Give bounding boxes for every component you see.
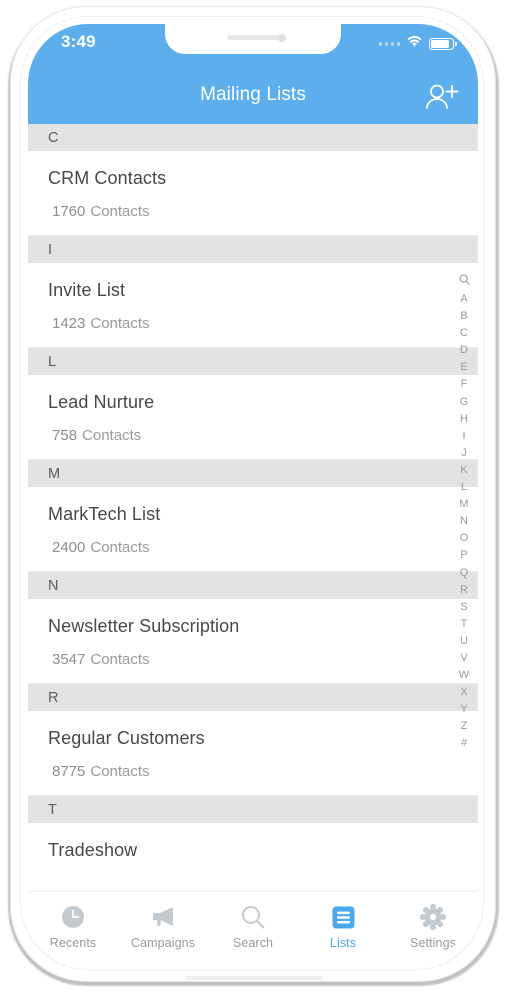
tab-label: Campaigns — [130, 936, 196, 950]
add-contact-icon[interactable] — [420, 80, 464, 114]
tab-settings[interactable]: Settings — [388, 892, 478, 958]
list-item-title: Lead Nurture — [48, 392, 155, 412]
tab-label: Lists — [329, 936, 357, 950]
search-icon — [240, 904, 266, 930]
index-letter[interactable]: V — [454, 650, 474, 667]
index-letter[interactable]: O — [454, 530, 474, 547]
tab-label: Recents — [49, 936, 97, 950]
gear-icon — [420, 904, 446, 930]
page-title: Mailing Lists — [200, 84, 306, 105]
index-letter[interactable]: M — [454, 496, 474, 513]
list-item-subtitle: 1760 Contacts — [48, 203, 478, 220]
tab-campaigns[interactable]: Campaigns — [118, 892, 208, 958]
status-indicators — [378, 35, 457, 53]
list-item[interactable]: Lead Nurture 758 Contacts — [28, 375, 478, 460]
tab-recents[interactable]: Recents — [28, 892, 118, 958]
index-letter[interactable]: U — [454, 633, 474, 650]
index-letter[interactable]: F — [454, 376, 474, 393]
contact-count: 1760 — [52, 203, 86, 220]
index-letter[interactable]: J — [454, 445, 474, 462]
index-letter[interactable]: A — [454, 291, 474, 308]
list-item[interactable]: Regular Customers 8775 Contacts — [28, 711, 478, 796]
tab-label: Settings — [410, 936, 456, 950]
section-header: C — [28, 124, 478, 151]
front-camera — [278, 34, 286, 42]
list-item[interactable]: Newsletter Subscription 3547 Contacts — [28, 599, 478, 684]
battery-icon — [429, 38, 457, 50]
list-item-title: MarkTech List — [48, 504, 161, 524]
tab-search[interactable]: Search — [208, 892, 298, 958]
signal-dots-icon — [378, 42, 400, 46]
index-letter[interactable]: T — [454, 616, 474, 633]
list-item-title: CRM Contacts — [48, 168, 167, 188]
index-letter[interactable]: Z — [454, 718, 474, 735]
tab-label: Search — [232, 936, 274, 950]
contact-unit: Contacts — [90, 539, 150, 556]
section-header: R — [28, 684, 478, 711]
contact-unit: Contacts — [82, 427, 142, 444]
index-letter[interactable]: C — [454, 325, 474, 342]
contact-count: 1423 — [52, 315, 86, 332]
index-letter[interactable]: X — [454, 684, 474, 701]
section-header: I — [28, 236, 478, 263]
nav-bar: Mailing Lists — [28, 68, 478, 124]
contact-unit: Contacts — [90, 763, 150, 780]
section-header: N — [28, 572, 478, 599]
mailing-lists[interactable]: C CRM Contacts 1760 Contacts I Invite Lis… — [28, 124, 478, 892]
list-item-subtitle: 8775 Contacts — [48, 763, 478, 780]
tab-bar: Recents Campaigns Search Lists Settings — [28, 891, 478, 958]
contact-unit: Contacts — [90, 651, 150, 668]
index-letter[interactable]: R — [454, 582, 474, 599]
contact-count: 8775 — [52, 763, 86, 780]
index-letter[interactable]: G — [454, 394, 474, 411]
index-letter[interactable]: P — [454, 547, 474, 564]
screenshot-root: 3:49 Mailing Lists C CRM Contacts 1760 C… — [0, 0, 507, 994]
list-item-subtitle: 3547 Contacts — [48, 651, 478, 668]
contact-count: 2400 — [52, 539, 86, 556]
index-letter[interactable]: I — [454, 428, 474, 445]
megaphone-icon — [149, 904, 177, 930]
index-letter[interactable]: K — [454, 462, 474, 479]
section-header: T — [28, 796, 478, 823]
earpiece-speaker — [227, 35, 279, 40]
index-letter[interactable]: L — [454, 479, 474, 496]
contact-unit: Contacts — [90, 203, 150, 220]
list-item-subtitle: 2400 Contacts — [48, 539, 478, 556]
index-letter[interactable]: W — [454, 667, 474, 684]
notch — [165, 24, 341, 54]
contact-unit: Contacts — [90, 315, 150, 332]
alphabet-index[interactable]: A B C D E F G H I J K L M N O P Q R S T … — [454, 273, 474, 753]
index-letter[interactable]: Y — [454, 701, 474, 718]
section-header: L — [28, 348, 478, 375]
index-letter[interactable]: H — [454, 411, 474, 428]
index-letter[interactable]: Q — [454, 565, 474, 582]
index-letter[interactable]: B — [454, 308, 474, 325]
index-letter[interactable]: D — [454, 342, 474, 359]
section-header: M — [28, 460, 478, 487]
list-item-title: Regular Customers — [48, 728, 205, 748]
list-item-subtitle: 758 Contacts — [48, 427, 478, 444]
contact-count: 758 — [52, 427, 78, 444]
list-item[interactable]: CRM Contacts 1760 Contacts — [28, 151, 478, 236]
list-item-subtitle: 1423 Contacts — [48, 315, 478, 332]
index-letter[interactable]: E — [454, 359, 474, 376]
list-item-title: Newsletter Subscription — [48, 616, 240, 636]
tab-lists[interactable]: Lists — [298, 892, 388, 958]
status-time: 3:49 — [61, 32, 96, 51]
index-letter[interactable]: N — [454, 513, 474, 530]
list-item-title: Invite List — [48, 280, 126, 300]
contact-count: 3547 — [52, 651, 86, 668]
wifi-icon — [406, 35, 423, 53]
list-item[interactable]: Invite List 1423 Contacts — [28, 263, 478, 348]
home-indicator — [184, 976, 323, 980]
list-icon — [331, 904, 356, 930]
list-item-title: Tradeshow — [48, 840, 138, 860]
list-item[interactable]: MarkTech List 2400 Contacts — [28, 487, 478, 572]
list-item[interactable]: Tradeshow — [28, 823, 478, 892]
index-letter[interactable]: # — [454, 735, 474, 752]
phone-screen: 3:49 Mailing Lists C CRM Contacts 1760 C… — [28, 24, 478, 958]
clock-icon — [60, 904, 86, 930]
index-letter[interactable]: S — [454, 599, 474, 616]
search-icon[interactable] — [454, 273, 474, 291]
